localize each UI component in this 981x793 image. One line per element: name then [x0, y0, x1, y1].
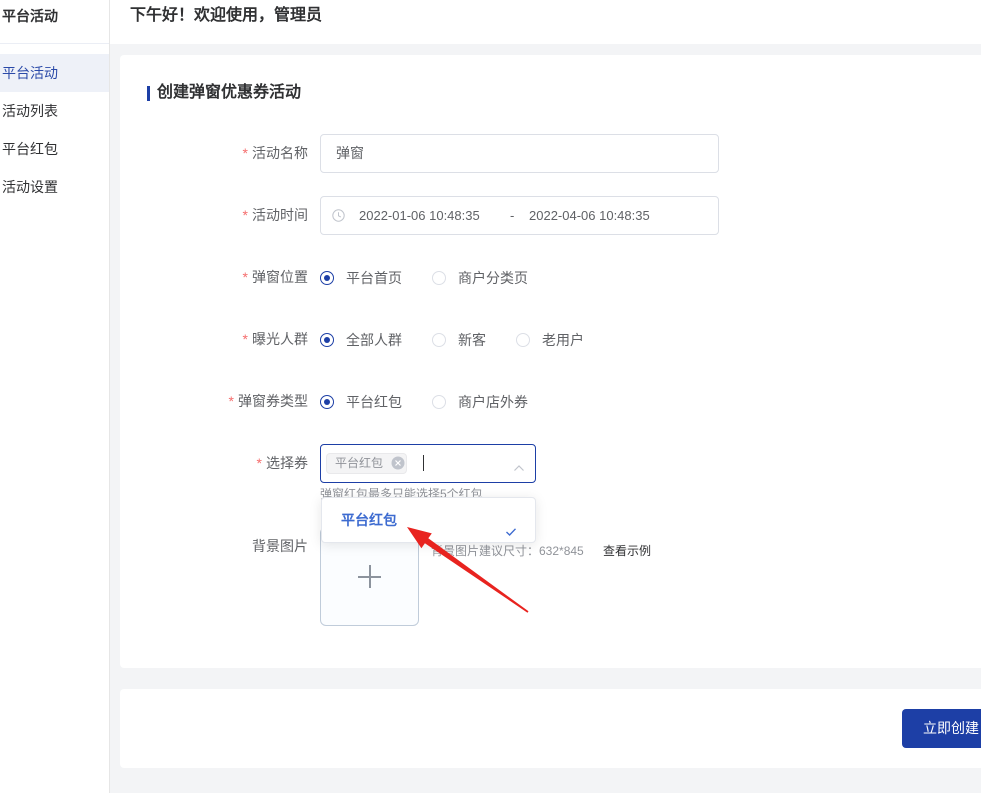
exposure-audience-label-text: 曝光人群 [252, 331, 308, 347]
end-time-input[interactable]: 2022-04-06 10:48:35 [529, 197, 650, 234]
radio-button[interactable] [320, 270, 334, 285]
dropdown-option-label: 平台红包 [341, 512, 397, 528]
exposure-audience-radio-group: 全部人群 新客 老用户 [320, 320, 614, 359]
required-asterisk: * [256, 455, 262, 471]
radio-label: 商户分类页 [458, 269, 528, 286]
row-background-image: 背景图片 背景图片建议尺寸：632*845 查看示例 [120, 527, 981, 626]
row-popup-position: * 弹窗位置 平台首页 商户分类页 [120, 258, 981, 297]
popup-position-label: * 弹窗位置 [120, 258, 308, 297]
greeting-text: 下午好！欢迎使用，管理员 [130, 7, 323, 24]
create-popup-coupon-card: 创建弹窗优惠券活动 * 活动名称 弹窗 * 活动时间 2022-01-06 10:4… [120, 55, 981, 668]
radio-option-new-customers[interactable]: 新客 [432, 330, 486, 350]
required-asterisk: * [242, 145, 248, 161]
background-image-label-text: 背景图片 [252, 538, 308, 554]
radio-label: 新客 [458, 331, 486, 348]
dropdown-option-platform-red-packet[interactable]: 平台红包 [322, 503, 535, 537]
row-activity-time: * 活动时间 2022-01-06 10:48:35 - 2022-04-06 1… [120, 196, 981, 235]
coupon-dropdown-menu: 平台红包 [321, 497, 536, 543]
selected-coupon-tag-label: 平台红包 [335, 456, 384, 470]
top-header: 下午好！欢迎使用，管理员 [110, 0, 981, 44]
sidebar: 平台活动 平台活动 活动列表 平台红包 活动设置 [0, 0, 110, 793]
radio-label: 全部人群 [346, 331, 402, 348]
required-asterisk: * [242, 269, 248, 285]
exposure-audience-label: * 曝光人群 [120, 320, 308, 359]
radio-option-platform-home[interactable]: 平台首页 [320, 268, 402, 288]
required-asterisk: * [242, 331, 248, 347]
radio-label: 平台首页 [346, 269, 402, 286]
coupon-type-label-text: 弹窗券类型 [238, 393, 308, 409]
sidebar-title: 平台活动 [0, 0, 109, 44]
sidebar-item-activity-settings[interactable]: 活动设置 [0, 168, 109, 206]
radio-label: 平台红包 [346, 393, 402, 410]
radio-option-returning-users[interactable]: 老用户 [516, 330, 584, 350]
popup-position-radio-group: 平台首页 商户分类页 [320, 258, 558, 297]
sidebar-item-activity-list[interactable]: 活动列表 [0, 92, 109, 130]
radio-button[interactable] [432, 332, 446, 347]
row-exposure-audience: * 曝光人群 全部人群 新客 老用户 [120, 320, 981, 359]
selected-coupon-tag: 平台红包 [326, 453, 407, 474]
radio-option-all-users[interactable]: 全部人群 [320, 330, 402, 350]
activity-name-label-text: 活动名称 [252, 145, 308, 161]
radio-button[interactable] [516, 332, 530, 347]
select-coupon-label-text: 选择券 [266, 455, 308, 471]
coupon-multi-select[interactable]: 平台红包 [320, 444, 536, 483]
text-cursor [423, 455, 424, 471]
sidebar-menu: 平台活动 活动列表 平台红包 活动设置 [0, 54, 109, 206]
start-time-input[interactable]: 2022-01-06 10:48:35 [359, 197, 480, 234]
popup-position-label-text: 弹窗位置 [252, 269, 308, 285]
background-image-label: 背景图片 [120, 527, 308, 566]
background-size-tip: 背景图片建议尺寸：632*845 [431, 544, 584, 558]
close-circle-icon[interactable] [391, 456, 405, 470]
coupon-type-label: * 弹窗券类型 [120, 382, 308, 421]
form-actions-card: 立即创建 [120, 689, 981, 768]
activity-time-label: * 活动时间 [120, 196, 308, 235]
radio-button[interactable] [432, 394, 446, 409]
radio-label: 商户店外券 [458, 393, 528, 410]
chevron-up-icon[interactable] [513, 459, 525, 471]
activity-name-value: 弹窗 [336, 145, 364, 161]
check-icon [505, 515, 517, 536]
required-asterisk: * [242, 207, 248, 223]
radio-button[interactable] [432, 270, 446, 285]
row-coupon-type: * 弹窗券类型 平台红包 商户店外券 [120, 382, 981, 421]
activity-name-label: * 活动名称 [120, 134, 308, 173]
plus-icon [358, 565, 381, 588]
radio-option-merchant-offsite-coupon[interactable]: 商户店外券 [432, 392, 528, 412]
view-example-link[interactable]: 查看示例 [603, 543, 651, 559]
title-accent-bar [147, 86, 150, 101]
create-now-button[interactable]: 立即创建 [902, 709, 981, 748]
time-range-separator: - [510, 208, 515, 223]
radio-button[interactable] [320, 332, 334, 347]
required-asterisk: * [228, 393, 234, 409]
radio-option-merchant-category-page[interactable]: 商户分类页 [432, 268, 528, 288]
form-title-text: 创建弹窗优惠券活动 [157, 84, 302, 101]
radio-option-platform-red-packet[interactable]: 平台红包 [320, 392, 402, 412]
activity-time-range-picker[interactable]: 2022-01-06 10:48:35 - 2022-04-06 10:48:3… [320, 196, 719, 235]
row-activity-name: * 活动名称 弹窗 [120, 134, 981, 173]
radio-button[interactable] [320, 394, 334, 409]
activity-time-label-text: 活动时间 [252, 207, 308, 223]
select-coupon-label: * 选择券 [120, 444, 308, 483]
form-title: 创建弹窗优惠券活动 [147, 83, 301, 103]
sidebar-item-platform-activity[interactable]: 平台活动 [0, 54, 109, 92]
sidebar-item-platform-red-packet[interactable]: 平台红包 [0, 130, 109, 168]
coupon-type-radio-group: 平台红包 商户店外券 [320, 382, 558, 421]
activity-name-input[interactable]: 弹窗 [320, 134, 719, 173]
radio-label: 老用户 [542, 331, 584, 348]
row-select-coupon: * 选择券 平台红包 [120, 444, 981, 483]
clock-icon [332, 209, 345, 222]
